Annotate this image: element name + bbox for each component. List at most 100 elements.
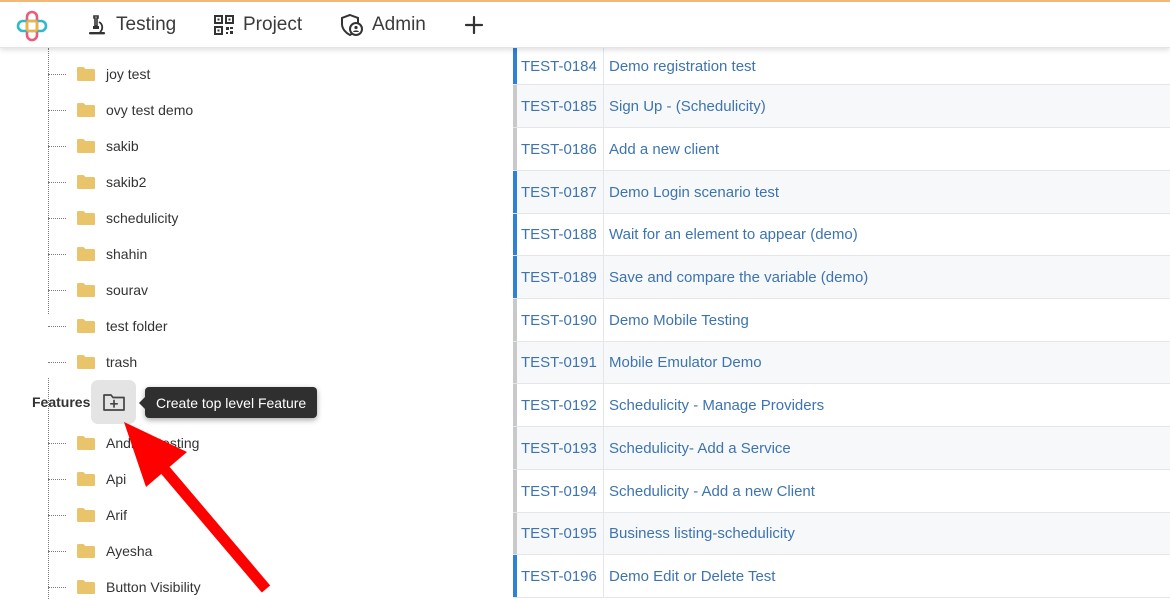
- nav-admin[interactable]: Admin: [340, 2, 426, 48]
- test-case-row[interactable]: TEST-0187 Demo Login scenario test: [513, 171, 1170, 214]
- tree-connector: [48, 514, 66, 516]
- tree-connector: [48, 145, 66, 147]
- folder-label: sourav: [106, 282, 149, 298]
- folder-icon: [76, 246, 96, 262]
- top-navigation-bar: Testing Project Admin: [0, 0, 1170, 48]
- tree-connector: [48, 217, 66, 219]
- test-case-id[interactable]: TEST-0192: [517, 384, 604, 426]
- nav-project-label: Project: [243, 14, 303, 35]
- test-case-row[interactable]: TEST-0191 Mobile Emulator Demo: [513, 342, 1170, 384]
- folder-label: ovy test demo: [106, 102, 194, 118]
- test-case-name[interactable]: Add a new client: [604, 128, 719, 170]
- nav-testing[interactable]: Testing: [86, 2, 176, 48]
- app-logo-icon[interactable]: [16, 10, 48, 42]
- folder-label: Api: [106, 471, 127, 487]
- test-case-name[interactable]: Business listing-schedulicity: [604, 513, 795, 554]
- test-case-name[interactable]: Schedulicity - Manage Providers: [604, 384, 824, 426]
- test-case-row[interactable]: TEST-0184 Demo registration test: [513, 48, 1170, 85]
- tree-connector: [48, 109, 66, 111]
- test-case-row[interactable]: TEST-0194 Schedulicity - Add a new Client: [513, 470, 1170, 513]
- create-top-level-feature-button[interactable]: [91, 380, 136, 424]
- nav-project[interactable]: Project: [213, 2, 302, 48]
- test-case-row[interactable]: TEST-0185 Sign Up - (Schedulicity): [513, 85, 1170, 128]
- test-case-id[interactable]: TEST-0195: [517, 513, 604, 554]
- test-case-name[interactable]: Demo registration test: [604, 48, 756, 84]
- tree-folder-item[interactable]: trash: [48, 344, 488, 380]
- test-case-row[interactable]: TEST-0190 Demo Mobile Testing: [513, 299, 1170, 342]
- folder-label: trash: [106, 354, 138, 370]
- test-case-row[interactable]: TEST-0188 Wait for an element to appear (…: [513, 214, 1170, 256]
- folder-icon: [76, 579, 96, 595]
- test-case-id[interactable]: TEST-0189: [517, 256, 604, 298]
- tree-folder-item[interactable]: shahin: [48, 236, 488, 272]
- tree-folder-item[interactable]: Android testing: [48, 425, 488, 461]
- test-case-id[interactable]: TEST-0194: [517, 470, 604, 512]
- tree-folder-item[interactable]: joy test: [48, 56, 488, 92]
- test-case-id[interactable]: TEST-0184: [517, 48, 604, 84]
- folder-label: Button Visibility: [106, 579, 201, 595]
- test-case-row[interactable]: TEST-0192 Schedulicity - Manage Providers: [513, 384, 1170, 427]
- tree-folder-item[interactable]: Arif: [48, 497, 488, 533]
- shield-user-icon: [341, 13, 363, 37]
- folder-icon: [76, 318, 96, 334]
- test-case-id[interactable]: TEST-0196: [517, 555, 604, 597]
- test-case-row[interactable]: TEST-0193 Schedulicity- Add a Service: [513, 427, 1170, 470]
- tree-folder-item[interactable]: Api: [48, 461, 488, 497]
- test-case-id[interactable]: TEST-0191: [517, 342, 604, 383]
- plus-icon: [464, 15, 484, 35]
- folder-icon: [76, 507, 96, 523]
- test-cases-table: TEST-0184 Demo registration test TEST-0185…: [513, 48, 1170, 599]
- test-case-name[interactable]: Demo Edit or Delete Test: [604, 555, 775, 597]
- test-case-name[interactable]: Mobile Emulator Demo: [604, 342, 762, 383]
- test-case-id[interactable]: TEST-0193: [517, 427, 604, 469]
- tree-connector: [48, 325, 66, 327]
- test-case-id[interactable]: TEST-0187: [517, 171, 604, 213]
- test-case-name[interactable]: Save and compare the variable (demo): [604, 256, 868, 298]
- tree-connector: [48, 361, 66, 363]
- add-button[interactable]: [462, 2, 486, 48]
- test-case-name[interactable]: Demo Login scenario test: [604, 171, 779, 213]
- folder-icon: [76, 66, 96, 82]
- tree-folder-item[interactable]: sakib2: [48, 164, 488, 200]
- tree-folder-item[interactable]: sourav: [48, 272, 488, 308]
- folder-icon: [76, 174, 96, 190]
- microscope-icon: [89, 15, 105, 35]
- tree-connector: [48, 478, 66, 480]
- nav-admin-label: Admin: [372, 14, 426, 35]
- tree-connector: [48, 442, 66, 444]
- test-case-name[interactable]: Schedulicity- Add a Service: [604, 427, 791, 469]
- test-case-row[interactable]: TEST-0186 Add a new client: [513, 128, 1170, 171]
- folder-label: Android testing: [106, 435, 200, 451]
- folder-icon: [76, 354, 96, 370]
- features-section-title: Features: [32, 394, 91, 410]
- tree-connector: [48, 586, 66, 588]
- test-case-name[interactable]: Schedulicity - Add a new Client: [604, 470, 815, 512]
- create-feature-tooltip: Create top level Feature: [138, 387, 318, 418]
- test-case-name[interactable]: Sign Up - (Schedulicity): [604, 85, 766, 127]
- tree-connector: [48, 253, 66, 255]
- folder-label: sakib: [106, 138, 139, 154]
- folder-tree-panel: joy test ovy test demo sakib sakib2 scheduli…: [0, 48, 510, 599]
- tree-connector: [48, 73, 66, 75]
- folder-label: sakib2: [106, 174, 147, 190]
- test-case-row[interactable]: TEST-0189 Save and compare the variable (…: [513, 256, 1170, 299]
- tree-folder-item[interactable]: schedulicity: [48, 200, 488, 236]
- tooltip-text: Create top level Feature: [156, 394, 307, 411]
- tree-folder-item[interactable]: test folder: [48, 308, 488, 344]
- tree-folder-item[interactable]: Ayesha: [48, 533, 488, 569]
- tree-folder-item[interactable]: sakib: [48, 128, 488, 164]
- folder-icon: [76, 102, 96, 118]
- test-case-id[interactable]: TEST-0185: [517, 85, 604, 127]
- folder-label: joy test: [106, 66, 151, 82]
- tree-folder-item[interactable]: Button Visibility: [48, 569, 488, 599]
- test-case-id[interactable]: TEST-0186: [517, 128, 604, 170]
- tree-folder-item[interactable]: ovy test demo: [48, 92, 488, 128]
- test-case-id[interactable]: TEST-0188: [517, 214, 604, 255]
- test-case-row[interactable]: TEST-0196 Demo Edit or Delete Test: [513, 555, 1170, 598]
- test-case-row[interactable]: TEST-0195 Business listing-schedulicity: [513, 513, 1170, 555]
- test-case-id[interactable]: TEST-0190: [517, 299, 604, 341]
- tree-connector: [48, 289, 66, 291]
- test-case-name[interactable]: Wait for an element to appear (demo): [604, 214, 858, 255]
- test-case-name[interactable]: Demo Mobile Testing: [604, 299, 749, 341]
- folder-icon: [76, 435, 96, 451]
